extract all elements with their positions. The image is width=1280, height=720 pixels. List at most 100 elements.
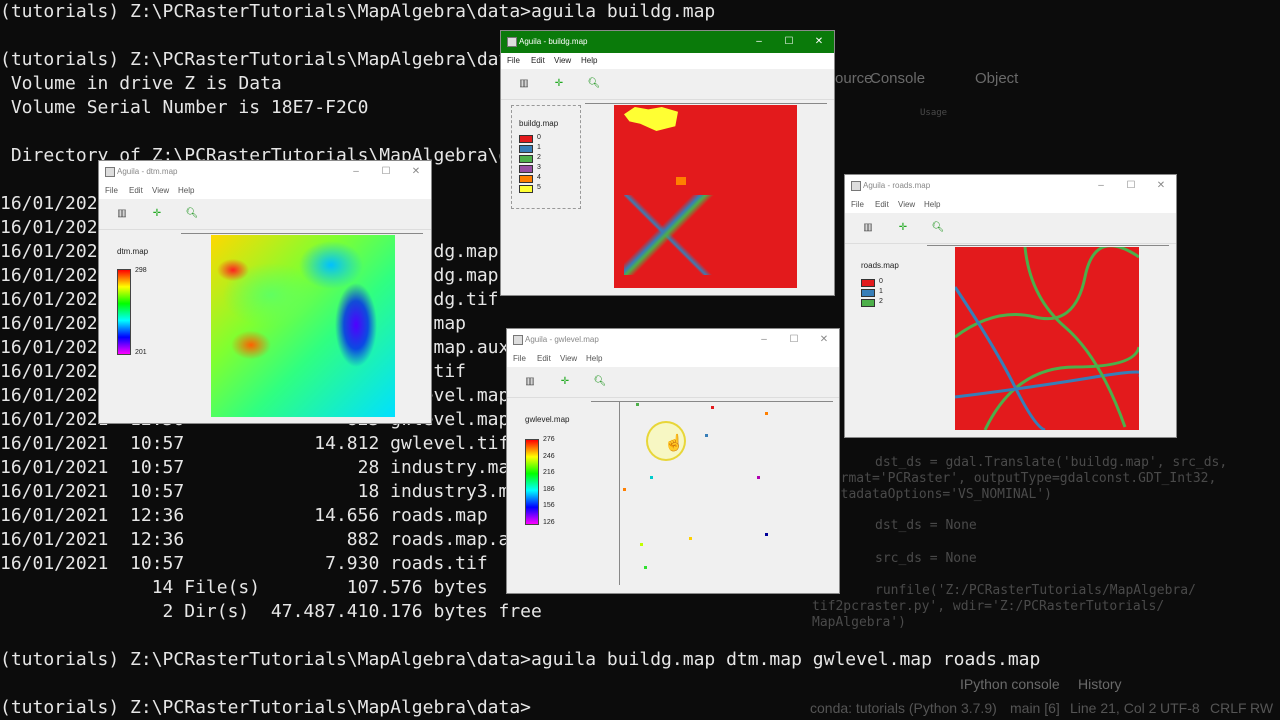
console-line: 16/01/2021 10:57 7.930 roads.tif <box>0 553 488 574</box>
minimize-icon[interactable]: – <box>752 35 766 49</box>
legend-swatch <box>519 135 533 143</box>
close-icon[interactable]: ✕ <box>1154 179 1168 193</box>
zoom-icon[interactable]: 🔍︎ <box>931 221 945 235</box>
legend-tick: 186 <box>543 485 555 493</box>
menu-file[interactable]: File <box>513 354 526 363</box>
legend-title: buildg.map <box>519 119 559 128</box>
menu-view[interactable]: View <box>898 200 915 209</box>
maximize-icon[interactable]: ☐ <box>787 333 801 347</box>
legend-swatch <box>861 299 875 307</box>
legend-label: 1 <box>879 288 883 295</box>
map-view-icon[interactable]: ▥ <box>115 207 129 221</box>
close-icon[interactable]: ✕ <box>409 165 423 179</box>
status-position: Line 21, Col 2 <box>1070 700 1157 716</box>
minimize-icon[interactable]: – <box>349 165 363 179</box>
cursor-icon[interactable]: ✛ <box>150 207 164 221</box>
maximize-icon[interactable]: ☐ <box>379 165 393 179</box>
menu-view[interactable]: View <box>152 186 169 195</box>
gw-cell <box>644 566 647 569</box>
legend-swatch <box>519 175 533 183</box>
zoom-icon[interactable]: 🔍︎ <box>185 207 199 221</box>
aguila-gwlevel-window[interactable]: Aguila - gwlevel.map – ☐ ✕ File Edit Vie… <box>506 328 840 594</box>
toolbar: ▥ ✛ 🔍︎ <box>845 213 1176 244</box>
menu-help[interactable]: Help <box>586 354 602 363</box>
menu-file[interactable]: File <box>507 56 520 65</box>
gw-cell <box>689 537 692 540</box>
legend-label: 2 <box>537 154 541 161</box>
cursor-icon[interactable]: ✛ <box>896 221 910 235</box>
aguila-dtm-window[interactable]: Aguila - dtm.map – ☐ ✕ File Edit View He… <box>98 160 432 424</box>
console-line: 16/01/2021 12:36 882 roads.map.aux.xml <box>0 529 575 550</box>
divider <box>181 233 423 234</box>
map-view-icon[interactable]: ▥ <box>861 221 875 235</box>
gw-cell <box>705 434 708 437</box>
menu-edit[interactable]: Edit <box>537 354 551 363</box>
status-encoding: UTF-8 <box>1160 700 1200 716</box>
title-bar[interactable]: Aguila - buildg.map – ☐ ✕ <box>501 31 834 53</box>
minimize-icon[interactable]: – <box>757 333 771 347</box>
map-view-icon[interactable]: ▥ <box>523 375 537 389</box>
legend-max: 298 <box>135 267 147 274</box>
menu-view[interactable]: View <box>554 56 571 65</box>
console-line: 16/01/2021 10:57 14.812 gwlevel.tif <box>0 433 510 454</box>
gw-cell <box>623 488 626 491</box>
app-icon <box>851 181 861 191</box>
aguila-buildg-window[interactable]: Aguila - buildg.map – ☐ ✕ File Edit View… <box>500 30 835 296</box>
menu-edit[interactable]: Edit <box>129 186 143 195</box>
divider <box>591 401 833 402</box>
road-network <box>955 247 1139 430</box>
divider <box>585 103 827 104</box>
title-bar[interactable]: Aguila - roads.map – ☐ ✕ <box>845 175 1176 197</box>
menu-bar: File Edit View Help <box>99 183 431 199</box>
gw-cell <box>711 406 714 409</box>
roads-map-raster[interactable] <box>955 247 1139 430</box>
menu-help[interactable]: Help <box>178 186 194 195</box>
legend-min: 201 <box>135 349 147 356</box>
title-bar[interactable]: Aguila - dtm.map – ☐ ✕ <box>99 161 431 183</box>
legend-label: 3 <box>537 164 541 171</box>
cursor-icon[interactable]: ✛ <box>558 375 572 389</box>
legend-label: 0 <box>879 278 883 285</box>
gw-cell <box>636 403 639 406</box>
buildg-class4-area <box>676 177 686 185</box>
close-icon[interactable]: ✕ <box>812 35 826 49</box>
menu-file[interactable]: File <box>105 186 118 195</box>
legend-tick: 276 <box>543 436 555 443</box>
hand-cursor-icon: ☝ <box>664 435 684 452</box>
buildg-class5-area <box>624 107 678 131</box>
legend-title: gwlevel.map <box>525 415 570 424</box>
menu-file[interactable]: File <box>851 200 864 209</box>
menu-view[interactable]: View <box>560 354 577 363</box>
gwlevel-map-raster[interactable]: ☝ <box>620 403 833 587</box>
toolbar: ▥ ✛ 🔍︎ <box>501 69 834 100</box>
dtm-map-raster[interactable] <box>211 235 395 417</box>
close-icon[interactable]: ✕ <box>817 333 831 347</box>
menu-help[interactable]: Help <box>581 56 597 65</box>
zoom-icon[interactable]: 🔍︎ <box>587 77 601 91</box>
console-line: 16/01/2021 10:57 28 industry.map <box>0 457 521 478</box>
menu-help[interactable]: Help <box>924 200 940 209</box>
cursor-icon[interactable]: ✛ <box>552 77 566 91</box>
gw-cell <box>650 476 653 479</box>
legend-label: 2 <box>879 298 883 305</box>
minimize-icon[interactable]: – <box>1094 179 1108 193</box>
legend-swatch <box>861 289 875 297</box>
ide-status-bar: conda: tutorials (Python 3.7.9) main [6]… <box>810 696 1280 720</box>
menu-edit[interactable]: Edit <box>875 200 889 209</box>
console-line: 16/01/2021 10:57 18 industry3.map <box>0 481 532 502</box>
map-view-icon[interactable]: ▥ <box>517 77 531 91</box>
app-icon <box>105 167 115 177</box>
maximize-icon[interactable]: ☐ <box>1124 179 1138 193</box>
menu-bar: File Edit View Help <box>507 351 839 367</box>
buildg-map-raster[interactable] <box>614 105 797 288</box>
legend-tick: 156 <box>543 502 555 510</box>
zoom-icon[interactable]: 🔍︎ <box>593 375 607 389</box>
window-title: Aguila - roads.map <box>863 181 931 190</box>
maximize-icon[interactable]: ☐ <box>782 35 796 49</box>
title-bar[interactable]: Aguila - gwlevel.map – ☐ ✕ <box>507 329 839 351</box>
console-line: 14 File(s) 107.576 bytes <box>0 577 488 598</box>
menu-edit[interactable]: Edit <box>531 56 545 65</box>
status-env: conda: tutorials (Python 3.7.9) <box>810 700 997 716</box>
window-title: Aguila - dtm.map <box>117 167 178 176</box>
aguila-roads-window[interactable]: Aguila - roads.map – ☐ ✕ File Edit View … <box>844 174 1177 438</box>
